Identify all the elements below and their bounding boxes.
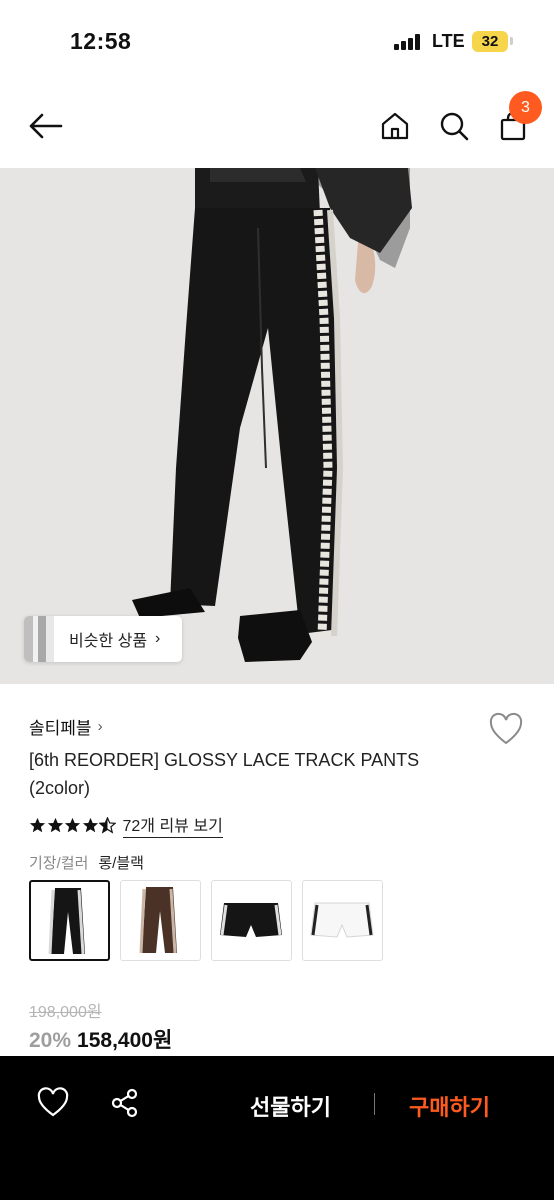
swatch-long-brown[interactable] <box>120 880 201 961</box>
bottom-action-bar <box>0 1056 554 1200</box>
star-icon <box>47 817 63 832</box>
signal-icon <box>394 34 424 50</box>
discount-rate: 20% <box>29 1029 72 1052</box>
cart-count-badge: 3 <box>509 91 542 124</box>
star-icon <box>82 817 98 832</box>
option-label: 기장/컬러 <box>29 855 89 872</box>
star-icon <box>64 817 81 832</box>
rating-stars <box>29 816 117 834</box>
product-photo <box>0 168 554 684</box>
star-icon <box>29 817 46 832</box>
product-title: [6th REORDER] GLOSSY LACE TRACK PANTS (2… <box>29 750 420 798</box>
similar-products-button[interactable]: 비슷한 상품 › <box>24 616 182 662</box>
similar-products-label: 비슷한 상품 <box>69 633 148 650</box>
buy-button[interactable]: 구매하기 <box>409 1090 490 1122</box>
home-icon[interactable] <box>375 106 415 146</box>
half-star-icon <box>99 816 116 834</box>
top-navigation <box>0 84 554 168</box>
gift-button[interactable]: 선물하기 <box>250 1090 331 1122</box>
brand-link[interactable]: 솔티페블 › <box>29 714 103 739</box>
swatch-short-white[interactable] <box>302 880 383 961</box>
similar-thumbnail <box>24 616 54 662</box>
back-arrow-icon[interactable] <box>26 106 66 146</box>
rating-row: 72개 리뷰 보기 <box>29 812 223 838</box>
sale-price: 158,400원 <box>77 1029 173 1052</box>
option-value: 롱/블랙 <box>98 855 144 872</box>
swatch-short-black[interactable] <box>211 880 292 961</box>
product-image[interactable] <box>0 168 554 684</box>
original-price: 198,000원 <box>29 1004 102 1021</box>
status-bar: 12:58 LTE 32 <box>0 0 554 84</box>
battery-tip <box>510 37 513 45</box>
wishlist-heart-icon[interactable] <box>488 712 524 748</box>
review-link[interactable]: 72개 리뷰 보기 <box>122 812 223 838</box>
swatch-long-black[interactable] <box>29 880 110 961</box>
search-icon[interactable] <box>434 106 474 146</box>
option-row: 기장/컬러 롱/블랙 <box>29 852 144 873</box>
share-icon[interactable] <box>108 1086 142 1120</box>
battery-level: 32 <box>481 33 499 50</box>
price-row: 20% 158,400원 <box>29 1024 172 1054</box>
heart-icon[interactable] <box>36 1086 70 1120</box>
network-label: LTE <box>432 31 465 51</box>
color-swatches <box>29 880 383 961</box>
battery-icon: 32 <box>472 31 508 52</box>
status-time: 12:58 <box>70 28 132 54</box>
brand-name: 솔티페블 <box>29 719 92 738</box>
chevron-right-icon: › <box>97 718 103 735</box>
divider <box>374 1093 375 1115</box>
chevron-right-icon: › <box>155 630 161 647</box>
